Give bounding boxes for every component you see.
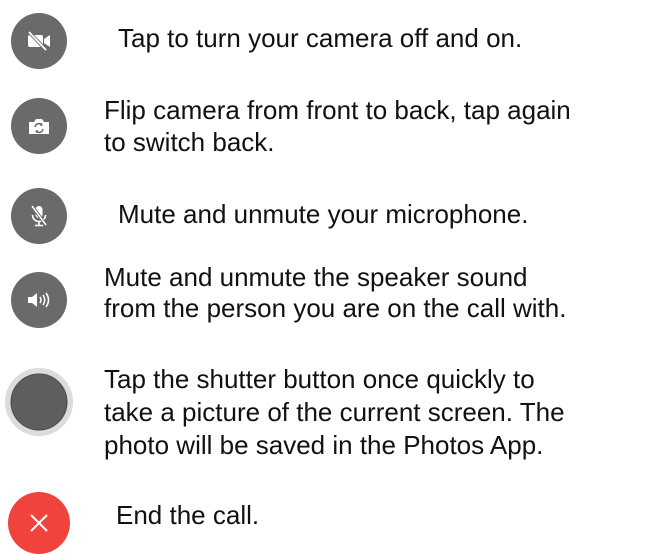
flip-camera-button[interactable] — [11, 98, 67, 154]
shutter-description: Tap the shutter button once quickly to t… — [104, 363, 565, 462]
microphone-toggle-button[interactable] — [11, 188, 67, 244]
row-end-call: End the call. — [0, 480, 645, 554]
speaker-description: Mute and unmute the speaker sound from t… — [104, 262, 566, 324]
description-line: Mute and unmute the speaker sound — [104, 262, 528, 292]
microphone-off-icon — [30, 205, 48, 227]
row-flip-camera: Flip camera from front to back, tap agai… — [0, 88, 645, 178]
description-line: Tap to turn your camera off and on. — [118, 23, 523, 53]
video-off-icon — [27, 31, 50, 51]
description-line: take a picture of the current screen. Th… — [104, 397, 565, 427]
speaker-icon — [28, 292, 50, 308]
description-line: photo will be saved in the Photos App. — [104, 430, 544, 460]
flip-camera-description: Flip camera from front to back, tap agai… — [104, 94, 571, 158]
row-camera-toggle: Tap to turn your camera off and on. — [0, 0, 645, 80]
close-icon — [30, 514, 48, 532]
camera-toggle-button[interactable] — [11, 13, 67, 69]
description-line: from the person you are on the call with… — [104, 293, 567, 323]
flip-camera-icon — [29, 119, 49, 134]
description-line: Mute and unmute your microphone. — [118, 199, 529, 229]
end-call-description: End the call. — [116, 500, 259, 530]
description-line: Flip camera from front to back, tap agai… — [104, 95, 571, 125]
description-line: End the call. — [116, 500, 260, 530]
row-shutter: Tap the shutter button once quickly to t… — [0, 355, 645, 470]
microphone-description: Mute and unmute your microphone. — [118, 199, 528, 229]
description-line: to switch back. — [104, 127, 275, 157]
description-line: Tap the shutter button once quickly to — [104, 364, 535, 394]
camera-toggle-description: Tap to turn your camera off and on. — [118, 23, 522, 53]
row-microphone: Mute and unmute your microphone. — [0, 180, 645, 260]
speaker-toggle-button[interactable] — [11, 272, 67, 328]
shutter-icon — [8, 371, 70, 433]
shutter-button[interactable] — [5, 368, 73, 436]
end-call-button[interactable] — [8, 492, 70, 554]
row-speaker: Mute and unmute the speaker sound from t… — [0, 260, 645, 350]
